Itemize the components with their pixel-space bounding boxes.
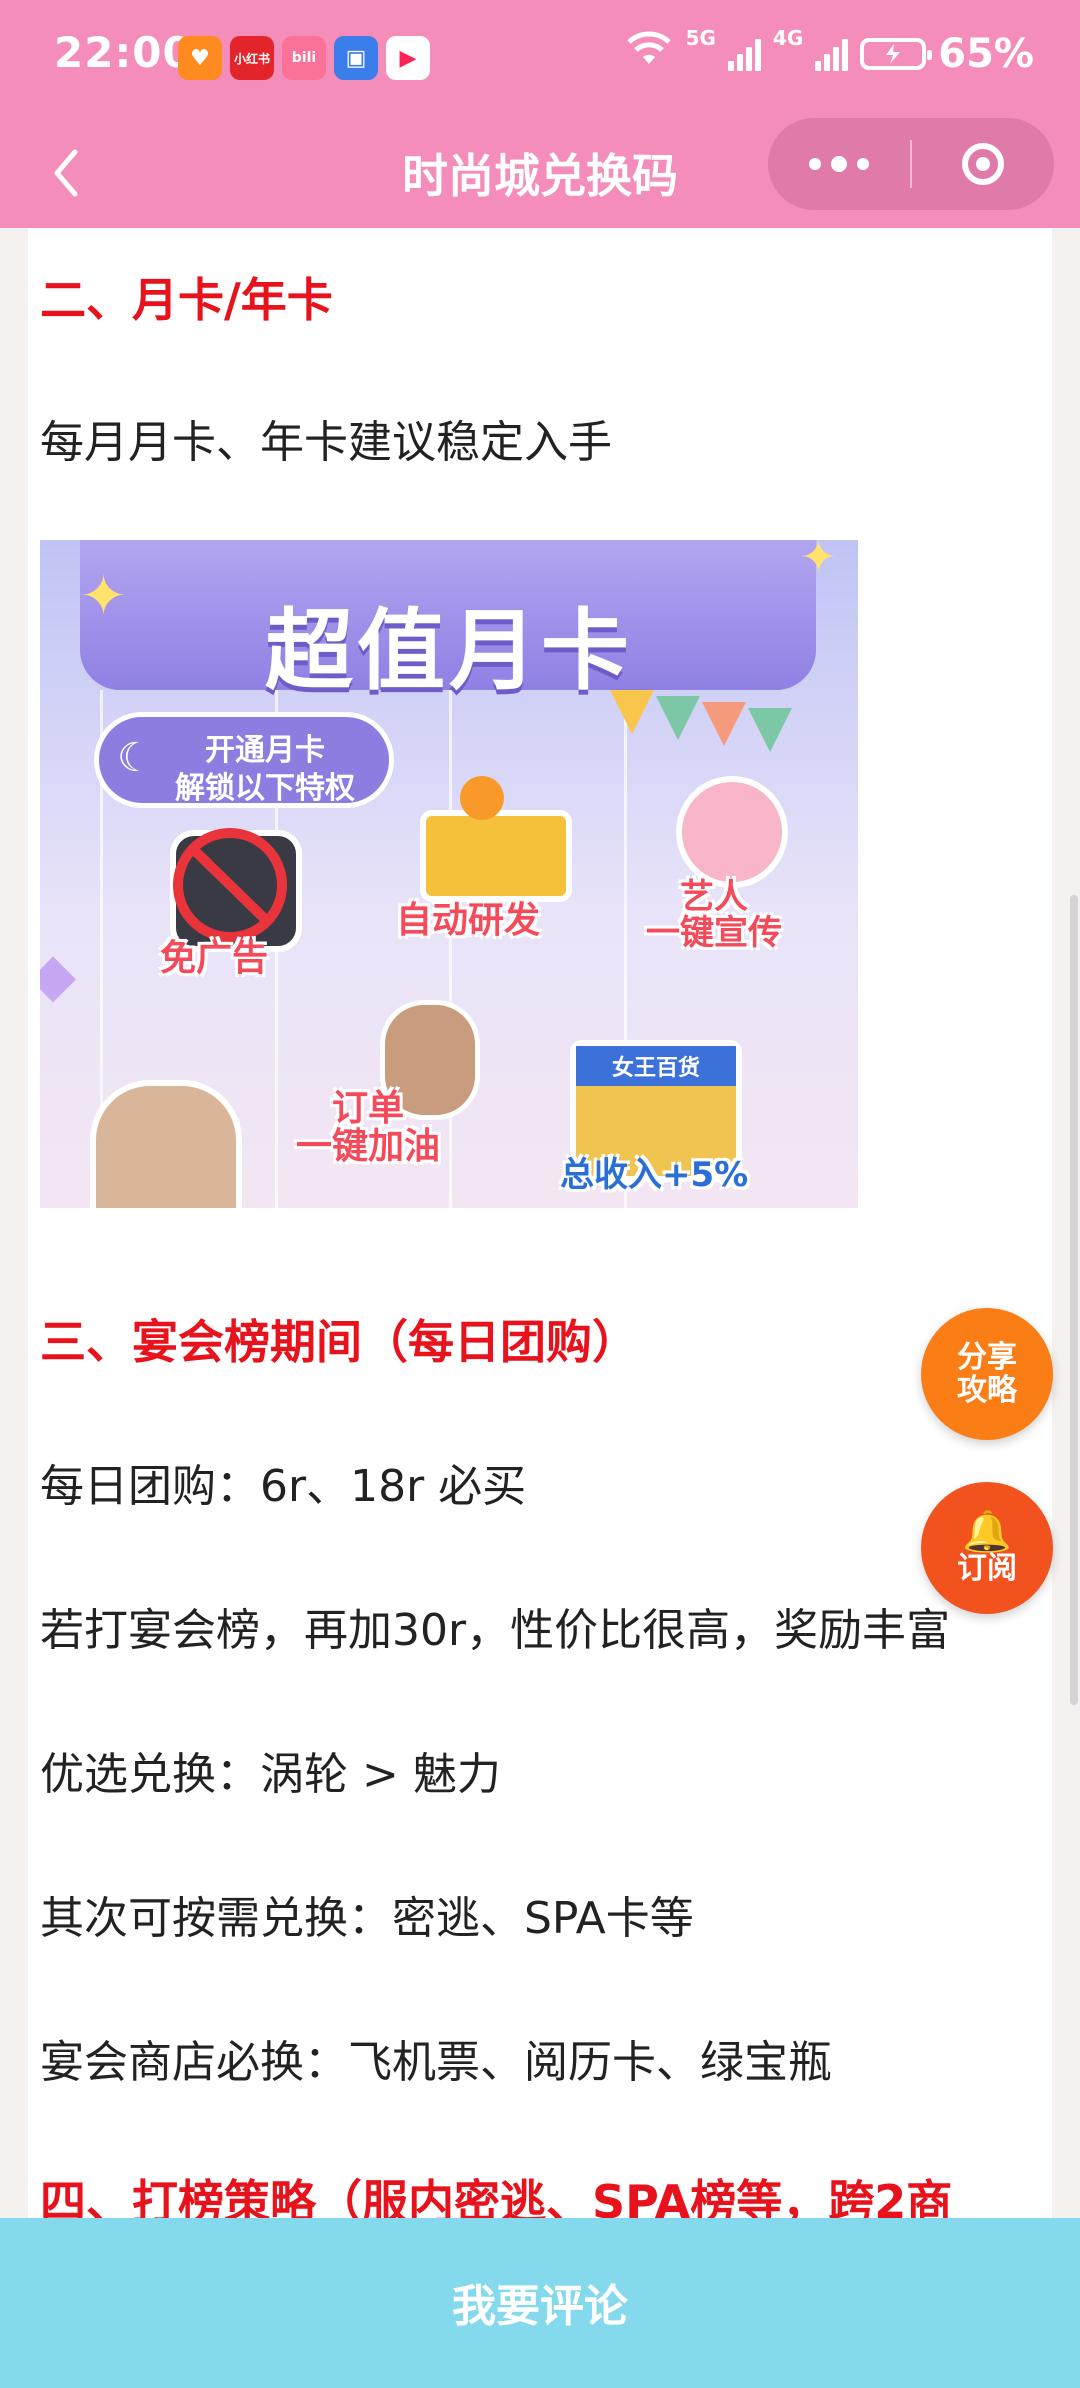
play-app-icon: ▶ xyxy=(386,36,430,80)
top-bar: 22:00 ♥ 小红书 bili ▣ ▶ 5G 4G 65% 时尚城兑换码 xyxy=(0,0,1080,228)
perk-no-ads: 免广告 xyxy=(160,938,269,979)
miniprogram-capsule xyxy=(768,118,1054,210)
paragraph: 优选兑换：涡轮 > 魅力 xyxy=(40,1749,501,1800)
paragraph: 每日团购：6r、18r 必买 xyxy=(40,1461,527,1512)
wifi-icon xyxy=(624,30,674,78)
target-circle-icon xyxy=(962,143,1004,185)
network-4g-label: 4G xyxy=(772,26,804,50)
gem-icon: ◆ xyxy=(40,940,77,1010)
more-dots-icon xyxy=(809,158,821,170)
paragraph: 宴会商店必换：飞机票、阅历卡、绿宝瓶 xyxy=(40,2037,832,2088)
truck-icon xyxy=(420,810,572,902)
paragraph: 其次可按需兑换：密逃、SPA卡等 xyxy=(40,1893,694,1944)
image-title: 超值月卡 xyxy=(264,599,633,702)
section-heading: 二、月卡/年卡 xyxy=(40,273,333,327)
paragraph: 每月月卡、年卡建议稳定入手 xyxy=(40,417,612,468)
moon-icon: ☾ xyxy=(117,735,153,781)
battery-percent: 65% xyxy=(938,31,1034,77)
status-time: 22:00 xyxy=(54,28,193,77)
signal-4g-icon xyxy=(815,37,849,71)
sparkle-icon: ✦ xyxy=(80,564,127,629)
subscribe-button[interactable]: 🔔 订阅 xyxy=(921,1482,1053,1614)
comment-button-label: 我要评论 xyxy=(452,2281,628,2332)
signal-5g-icon xyxy=(727,37,761,71)
artist-avatar-icon xyxy=(676,776,788,888)
bilibili-app-icon: bili xyxy=(282,36,326,80)
network-5g-label: 5G xyxy=(685,26,716,50)
no-ads-icon xyxy=(173,828,287,942)
status-right-icons: 5G 4G 65% xyxy=(624,26,1034,78)
section-heading: 三、宴会榜期间（每日团购） xyxy=(40,1315,638,1369)
perk-artist-promo: 艺人 一键宣传 xyxy=(646,877,782,953)
perk-auto-develop: 自动研发 xyxy=(396,900,541,941)
comment-bar[interactable]: 我要评论 xyxy=(0,2218,1080,2388)
battery-icon xyxy=(860,38,933,70)
navigation-bar: 时尚城兑换码 xyxy=(0,118,1080,228)
xiaohongshu-app-icon: 小红书 xyxy=(230,36,274,80)
article-content: 二、月卡/年卡 每月月卡、年卡建议稳定入手 超值月卡 ✦ ✦ ☾ 开通月卡 解锁… xyxy=(28,228,1052,2218)
perk-income-bonus: 总收入+5% xyxy=(560,1155,749,1195)
orange-icon xyxy=(460,776,504,820)
status-bar: 22:00 ♥ 小红书 bili ▣ ▶ 5G 4G 65% xyxy=(0,0,1080,118)
heart-app-icon: ♥ xyxy=(178,36,222,80)
sparkle-icon: ✦ xyxy=(800,540,837,583)
male-character-icon xyxy=(90,1080,242,1208)
share-guide-button[interactable]: 分享 攻略 xyxy=(921,1308,1053,1440)
bell-icon: 🔔 xyxy=(962,1508,1012,1555)
more-menu-button[interactable] xyxy=(768,118,910,210)
perk-order-boost: 订单 一键加油 xyxy=(296,1088,441,1167)
scrollbar[interactable] xyxy=(1070,895,1078,1705)
open-card-pill: ☾ 开通月卡 解锁以下特权 xyxy=(94,712,394,808)
paragraph: 若打宴会榜，再加30r，性价比很高，奖励丰富 xyxy=(40,1605,951,1656)
monthly-card-image[interactable]: 超值月卡 ✦ ✦ ☾ 开通月卡 解锁以下特权 免广告 自动研发 艺人 一键宣传 … xyxy=(40,540,858,1208)
close-miniprogram-button[interactable] xyxy=(912,118,1054,210)
notification-app-icons: ♥ 小红书 bili ▣ ▶ xyxy=(178,36,430,80)
id-card-app-icon: ▣ xyxy=(334,36,378,80)
section-heading: 四、打榜策略（服内密逃、SPA榜等，跨2商 xyxy=(40,2175,953,2218)
